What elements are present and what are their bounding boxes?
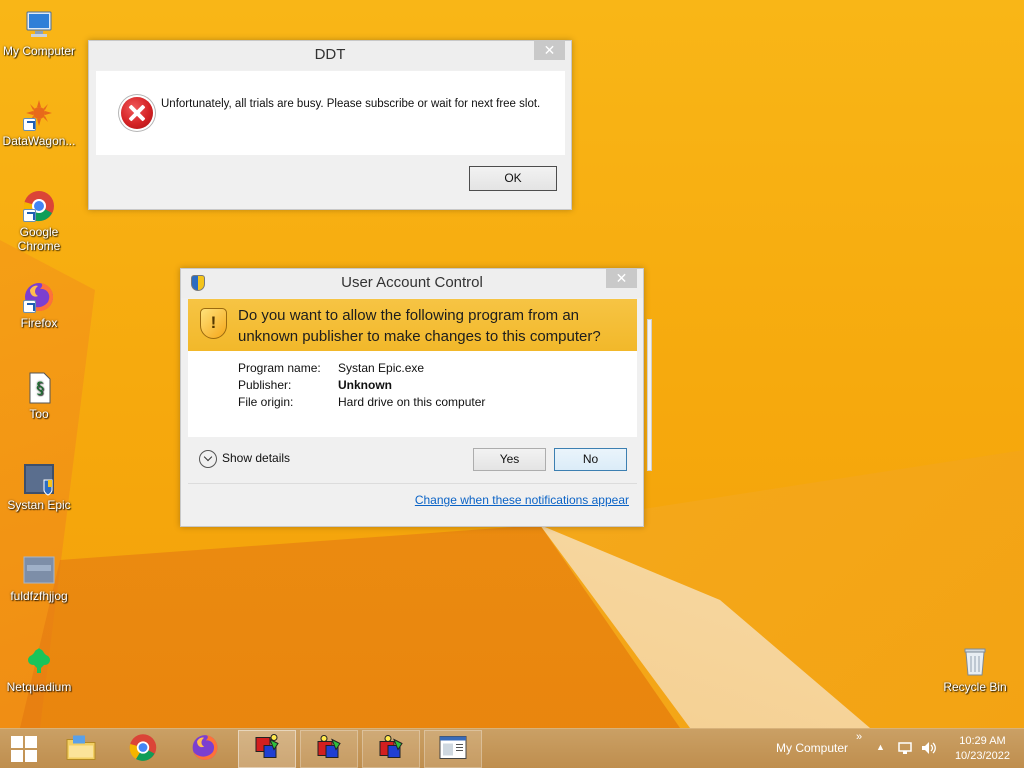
toolbar-my-computer[interactable]: My Computer xyxy=(776,741,848,755)
dialog-footer: Show details Yes No Change when these no… xyxy=(188,437,637,521)
uac-shield-icon xyxy=(191,275,205,291)
application-icon xyxy=(252,734,282,765)
start-button[interactable] xyxy=(0,730,48,768)
desktop-icon-recycle-bin[interactable]: Recycle Bin xyxy=(937,644,1013,694)
desktop-icon-label: Recycle Bin xyxy=(943,680,1007,694)
file-origin-row: File origin: Hard drive on this computer xyxy=(238,395,485,409)
show-hidden-icons-button[interactable]: ▲ xyxy=(876,742,885,752)
computer-icon xyxy=(22,8,56,42)
shortcut-arrow-icon xyxy=(23,300,36,313)
yes-button[interactable]: Yes xyxy=(473,448,546,471)
dialog-edge xyxy=(647,319,652,471)
taskbar-firefox[interactable] xyxy=(176,730,234,768)
desktop-icon-label: Firefox xyxy=(20,316,58,330)
dialog-title: DDT xyxy=(314,46,346,63)
uac-question: Do you want to allow the following progr… xyxy=(238,307,601,345)
warning-shield-icon: ! xyxy=(200,308,227,339)
taskbar-app[interactable] xyxy=(424,730,482,768)
desktop: My Computer DataWagon... Google Chrome F… xyxy=(0,0,1024,728)
desktop-icon-systan-epic[interactable]: Systan Epic xyxy=(1,462,77,512)
window-icon xyxy=(438,735,468,764)
program-name-row: Program name: Systan Epic.exe xyxy=(238,361,424,375)
desktop-icon-my-computer[interactable]: My Computer xyxy=(1,8,77,58)
desktop-icon-netquadium[interactable]: Netquadium xyxy=(1,644,77,694)
program-name-label: Program name: xyxy=(238,361,321,375)
desktop-icon-label: Google Chrome xyxy=(17,225,61,253)
clock-time: 10:29 AM xyxy=(959,735,1006,747)
clock-date: 10/23/2022 xyxy=(954,750,1010,762)
taskbar-chrome[interactable] xyxy=(114,730,172,768)
netquadium-icon xyxy=(22,644,56,678)
desktop-icon-label: Netquadium xyxy=(6,680,72,694)
desktop-icon-fuldfzfhjjog[interactable]: fuldfzfhjjog xyxy=(1,553,77,603)
desktop-icon-datawagon[interactable]: DataWagon... xyxy=(1,98,77,148)
desktop-icon-label: Too xyxy=(29,407,49,421)
systan-epic-icon xyxy=(22,462,56,496)
program-details: Program name: Systan Epic.exe Publisher: U… xyxy=(188,351,637,437)
close-button[interactable]: ✕ xyxy=(606,269,637,288)
publisher-row: Publisher: Unknown xyxy=(238,378,392,392)
desktop-icon-label: DataWagon... xyxy=(2,134,76,148)
firefox-icon xyxy=(190,733,220,766)
system-clock[interactable]: 10:29 AM 10/23/2022 xyxy=(955,734,1010,764)
taskbar: My Computer » ▲ 10:29 AM 10/23/2022 xyxy=(0,728,1024,768)
close-icon: ✕ xyxy=(543,42,556,58)
show-details-toggle[interactable]: Show details xyxy=(199,450,290,468)
user-account-control-dialog: User Account Control ✕ ! Do you want to … xyxy=(180,268,652,527)
desktop-icon-too[interactable]: § Too xyxy=(1,371,77,421)
close-button[interactable]: ✕ xyxy=(534,41,565,60)
error-message: Unfortunately, all trials are busy. Plea… xyxy=(161,98,541,110)
uac-warning-banner: ! Do you want to allow the following pro… xyxy=(188,299,637,351)
program-name-value: Systan Epic.exe xyxy=(338,361,425,375)
taskbar-file-explorer[interactable] xyxy=(52,730,110,768)
svg-text:§: § xyxy=(36,378,44,397)
show-details-label: Show details xyxy=(222,451,291,466)
desktop-icon-firefox[interactable]: Firefox xyxy=(1,280,77,330)
file-icon xyxy=(22,553,56,587)
ddt-error-dialog: DDT ✕ Unfortunately, all trials are busy… xyxy=(88,40,572,210)
publisher-value: Unknown xyxy=(338,378,392,392)
desktop-icon-google-chrome[interactable]: Google Chrome xyxy=(1,189,77,253)
desktop-icon-label: My Computer xyxy=(2,44,76,58)
firefox-icon xyxy=(22,280,56,314)
taskbar-app[interactable] xyxy=(362,730,420,768)
dialog-body: Unfortunately, all trials are busy. Plea… xyxy=(96,71,565,155)
change-notifications-link[interactable]: Change when these notifications appear xyxy=(415,493,629,507)
application-icon xyxy=(376,734,406,765)
ok-button[interactable]: OK xyxy=(469,166,557,191)
file-origin-label: File origin: xyxy=(238,395,294,409)
document-icon: § xyxy=(22,371,56,405)
datawagon-icon xyxy=(22,98,56,132)
desktop-icon-label: Systan Epic xyxy=(7,498,71,512)
recycle-bin-icon xyxy=(958,644,992,678)
divider xyxy=(188,483,637,484)
desktop-icon-label: fuldfzfhjjog xyxy=(10,589,68,603)
volume-icon[interactable] xyxy=(920,740,938,759)
dialog-title: User Account Control xyxy=(341,274,483,291)
taskbar-app-active[interactable] xyxy=(238,730,296,768)
chrome-icon xyxy=(128,733,158,766)
dialog-titlebar[interactable]: DDT ✕ xyxy=(89,41,571,70)
close-icon: ✕ xyxy=(615,270,628,286)
folder-icon xyxy=(65,734,97,765)
chevron-down-icon xyxy=(199,450,217,468)
taskbar-app[interactable] xyxy=(300,730,358,768)
application-icon xyxy=(314,734,344,765)
error-icon xyxy=(121,97,153,129)
windows-logo-icon xyxy=(11,736,37,762)
shortcut-arrow-icon xyxy=(23,118,36,131)
network-icon[interactable] xyxy=(897,740,913,759)
toolbar-overflow-button[interactable]: » xyxy=(856,731,862,743)
shortcut-arrow-icon xyxy=(23,209,36,222)
no-button[interactable]: No xyxy=(554,448,627,471)
dialog-titlebar[interactable]: User Account Control ✕ xyxy=(181,269,643,298)
publisher-label: Publisher: xyxy=(238,378,292,392)
chrome-icon xyxy=(22,189,56,223)
file-origin-value: Hard drive on this computer xyxy=(338,395,486,409)
